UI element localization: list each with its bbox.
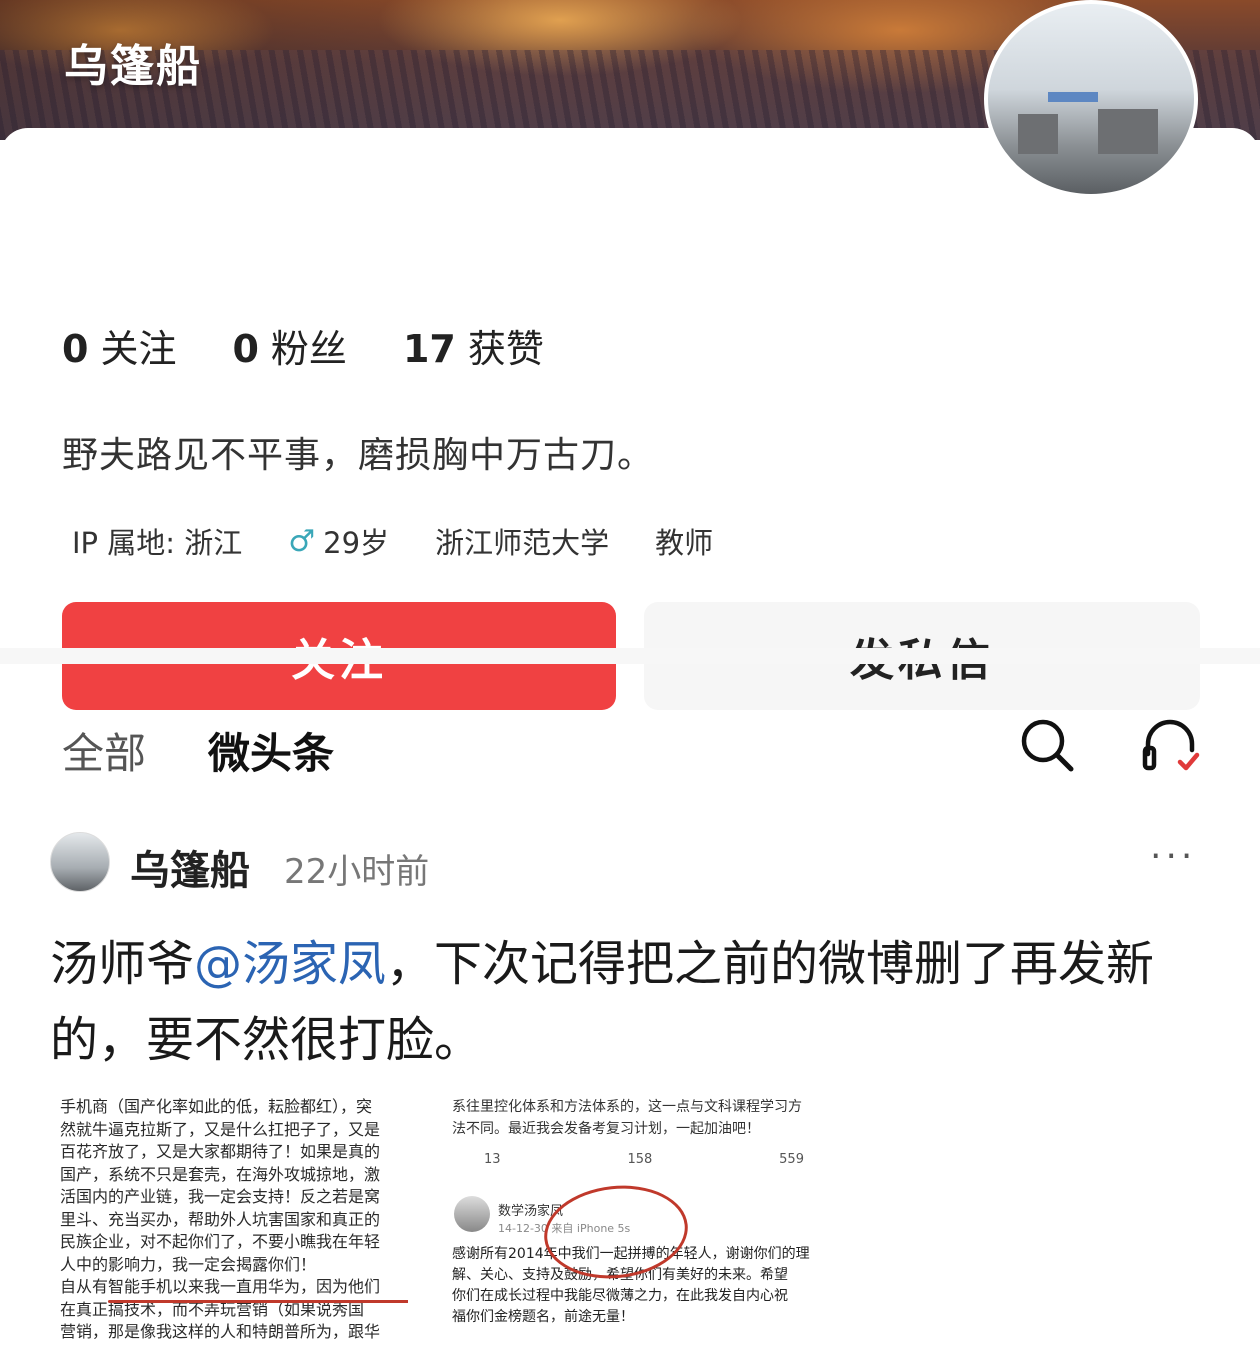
post-text: 汤师爷@汤家凤，下次记得把之前的微博删了再发新的，要不然很打脸。 xyxy=(50,936,1155,1068)
section-divider xyxy=(0,648,1260,664)
profile-name-header: 乌篷船 xyxy=(64,41,202,92)
image-2-body-line: 福你们金榜题名，前途无量！ xyxy=(452,1309,634,1325)
profile-bio: 野夫路见不平事，磨损胸中万古刀。 xyxy=(62,435,655,476)
more-icon[interactable]: ··· xyxy=(1150,836,1196,877)
image-2-repost-count: 13 xyxy=(484,1152,501,1167)
image-1-red-underline xyxy=(108,1300,408,1303)
image-1-line: 百花齐放了，又是大家都期待了！如果是真的 xyxy=(60,1142,381,1161)
avatar-bookshelf xyxy=(1098,109,1158,154)
post-time: 22小时前 xyxy=(284,852,430,892)
stat-followers[interactable]: 0 粉丝 xyxy=(232,318,346,373)
stat-following[interactable]: 0 关注 xyxy=(62,318,176,373)
image-1-line: 营销，那是像我这样的人和特朗普所为，跟华 xyxy=(60,1322,381,1341)
profile-avatar[interactable] xyxy=(984,0,1198,198)
profile-meta: IP 属地: 浙江 ♂ 29岁 浙江师范大学 教师 xyxy=(72,520,713,562)
male-icon: ♂ xyxy=(288,523,316,559)
headset-icon[interactable] xyxy=(1140,714,1200,776)
gender-age: ♂ 29岁 xyxy=(288,520,389,562)
image-1-line: 里斗、充当买办，帮助外人坑害国家和真正的 xyxy=(60,1209,381,1229)
image-1-line: 人中的影响力，我一定会揭露你们！ xyxy=(60,1254,317,1274)
image-2-stats: 13 158 559 xyxy=(484,1152,804,1167)
profile-stats: 0 关注 0 粉丝 17 获赞 xyxy=(62,318,544,373)
image-2-line: 系往里控化体系和方法体系的，这一点与文科课程学习方 xyxy=(452,1099,802,1115)
image-1-line: 手机商（国产化率如此的低，耘脸都红），突 xyxy=(60,1097,373,1116)
profile-card: 0 关注 0 粉丝 17 获赞 野夫路见不平事，磨损胸中万古刀。 IP 属地: 浙江 … xyxy=(0,128,1260,710)
post-author-avatar[interactable] xyxy=(50,832,110,892)
ip-location: IP 属地: 浙江 xyxy=(72,526,243,560)
avatar-bookshelf xyxy=(1018,114,1058,154)
image-1-line: 然就牛逼克拉斯了，又是什么扛把子了，又是 xyxy=(60,1119,381,1139)
image-2-line: 法不同。最近我会发备考复习计划，一起加油吧！ xyxy=(452,1121,760,1137)
image-1-line: 自从有智能手机以来我一直用华为，因为他们 xyxy=(60,1277,381,1296)
post-image-1[interactable]: 手机商（国产化率如此的低，耘脸都红），突 然就牛逼克拉斯了，又是什么扛把子了，又是… xyxy=(52,1096,408,1352)
search-icon[interactable] xyxy=(1018,716,1076,774)
image-1-text: 手机商（国产化率如此的低，耘脸都红），突 然就牛逼克拉斯了，又是什么扛把子了，又是… xyxy=(52,1096,408,1344)
image-2-avatar xyxy=(454,1196,490,1232)
image-2-comment-count: 158 xyxy=(627,1152,653,1167)
occupation: 教师 xyxy=(655,526,714,560)
avatar-sign xyxy=(1048,92,1098,102)
post-image-2[interactable]: 系往里控化体系和方法体系的，这一点与文科课程学习方 法不同。最近我会发备考复习计… xyxy=(446,1096,820,1352)
image-1-line: 活国内的产业链，我一定会支持！反之若是窝 xyxy=(60,1187,381,1206)
post-author-name[interactable]: 乌篷船 xyxy=(130,838,250,896)
mention-link[interactable]: @汤家凤 xyxy=(194,936,386,992)
image-1-line: 国产，系统不只是套壳，在海外攻城掠地，激 xyxy=(60,1164,381,1184)
school: 浙江师范大学 xyxy=(435,526,610,560)
tab-all[interactable]: 全部 xyxy=(62,720,146,781)
tab-weitoutiao[interactable]: 微头条 xyxy=(208,720,334,781)
image-1-line: 民族企业，对不起你们了，不要小瞧我在年轻 xyxy=(60,1232,381,1251)
image-2-body-line: 你们在成长过程中我能尽微薄之力，在此我发自内心祝 xyxy=(452,1288,788,1304)
image-2-like-count: 559 xyxy=(779,1152,804,1167)
age: 29岁 xyxy=(323,526,390,560)
stat-likes[interactable]: 17 获赞 xyxy=(403,318,544,373)
